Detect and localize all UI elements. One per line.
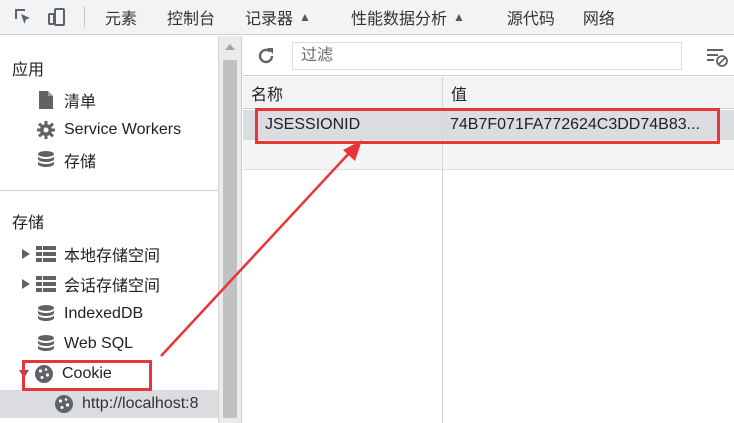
expand-arrow-icon[interactable] bbox=[20, 249, 32, 259]
flask-icon: ▲ bbox=[452, 10, 465, 24]
section-title-application: 应用 bbox=[12, 62, 45, 79]
grid-icon bbox=[36, 244, 56, 264]
scroll-up-arrow-icon[interactable] bbox=[225, 44, 235, 50]
clear-filtered-cookies-icon[interactable] bbox=[705, 45, 729, 69]
sidebar-scrollbar[interactable] bbox=[218, 36, 242, 423]
tab-sources[interactable]: 源代码 bbox=[495, 0, 567, 35]
refresh-icon[interactable] bbox=[255, 45, 277, 67]
inspect-element-icon[interactable] bbox=[6, 0, 40, 35]
database-icon bbox=[36, 150, 56, 170]
tab-performance-insights[interactable]: 性能数据分析 ▲ bbox=[339, 0, 477, 35]
devtools-toolbar: 元素 控制台 记录器 ▲ 性能数据分析 ▲ 源代码 网络 bbox=[0, 0, 734, 35]
scrollbar-thumb[interactable] bbox=[223, 60, 237, 418]
tab-elements[interactable]: 元素 bbox=[93, 0, 149, 35]
toolbar-separator bbox=[84, 6, 85, 28]
document-icon bbox=[36, 90, 56, 110]
database-icon bbox=[36, 304, 56, 324]
cookies-panel: 名称 值 JSESSIONID 74B7F071FA772624C3DD74B8… bbox=[243, 36, 734, 423]
tab-console[interactable]: 控制台 bbox=[155, 0, 227, 35]
grid-icon bbox=[36, 274, 56, 294]
cookie-icon bbox=[54, 394, 74, 414]
sidebar-item-manifest[interactable]: 清单 bbox=[0, 86, 218, 114]
expand-arrow-icon[interactable] bbox=[20, 279, 32, 289]
sidebar-item-local-storage[interactable]: 本地存储空间 bbox=[0, 240, 218, 268]
table-header: 名称 值 bbox=[243, 77, 734, 109]
sidebar-item-service-workers[interactable]: Service Workers bbox=[0, 116, 218, 144]
gear-icon bbox=[36, 120, 56, 140]
table-row-empty bbox=[243, 140, 734, 170]
annotation-box-cookie-row bbox=[255, 108, 720, 144]
flask-icon: ▲ bbox=[299, 10, 311, 24]
sidebar-item-web-sql[interactable]: Web SQL bbox=[0, 330, 218, 358]
tab-network[interactable]: 网络 bbox=[571, 0, 627, 35]
filter-input[interactable] bbox=[292, 42, 682, 70]
filter-toolbar bbox=[243, 36, 734, 76]
sidebar-divider bbox=[0, 190, 218, 191]
column-header-value[interactable]: 值 bbox=[443, 77, 734, 109]
sidebar-item-storage-overview[interactable]: 存储 bbox=[0, 146, 218, 174]
section-title-storage: 存储 bbox=[12, 215, 45, 232]
sidebar-item-cookie-origin[interactable]: http://localhost:8 bbox=[0, 390, 218, 418]
column-header-name[interactable]: 名称 bbox=[243, 77, 442, 109]
sidebar-item-indexeddb[interactable]: IndexedDB bbox=[0, 300, 218, 328]
database-icon bbox=[36, 334, 56, 354]
sidebar-item-session-storage[interactable]: 会话存储空间 bbox=[0, 270, 218, 298]
tab-recorder[interactable]: 记录器 ▲ bbox=[233, 0, 323, 35]
device-toolbar-icon[interactable] bbox=[40, 0, 74, 35]
annotation-box-cookie-sidebar bbox=[22, 360, 152, 391]
